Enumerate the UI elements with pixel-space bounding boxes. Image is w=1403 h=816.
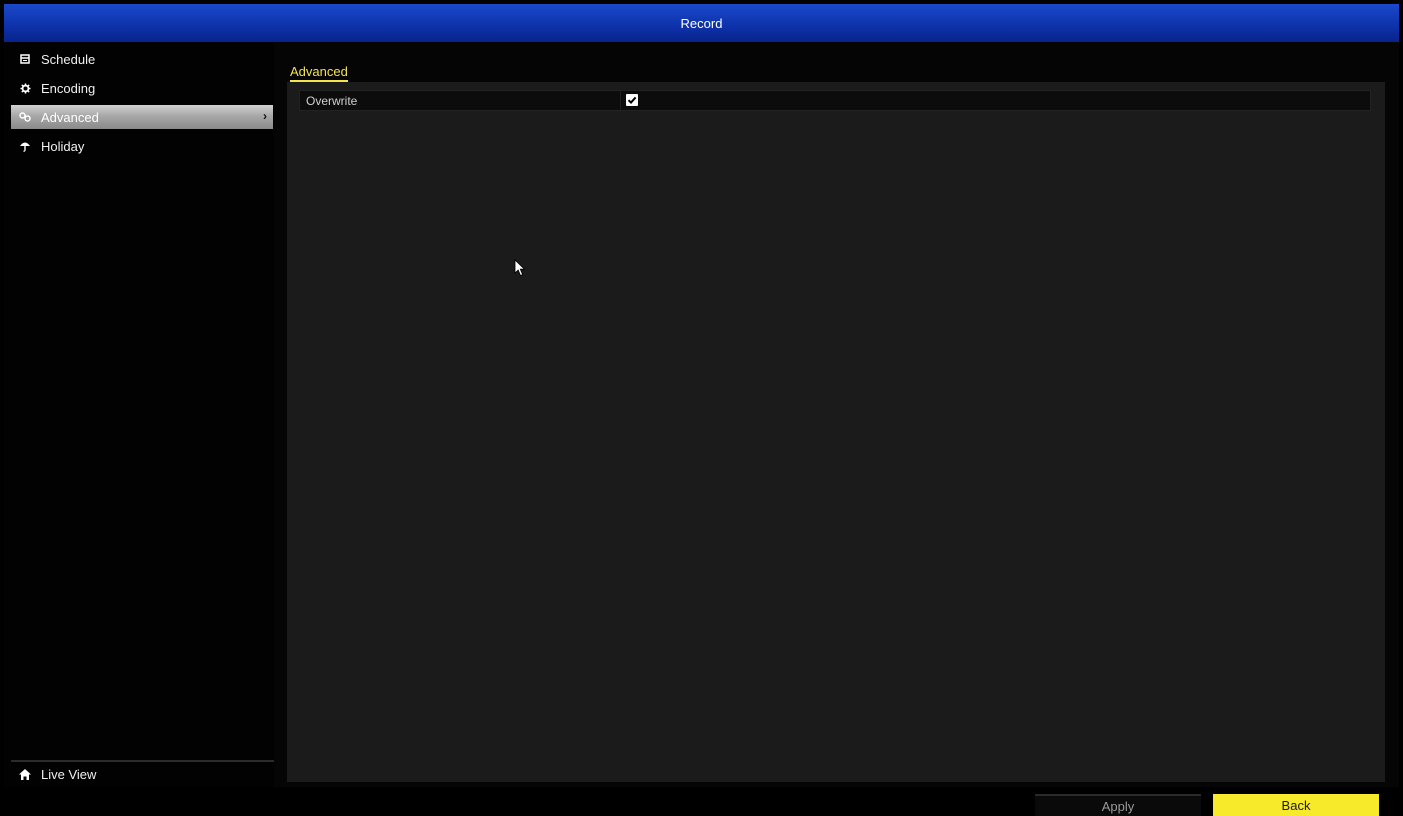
back-button[interactable]: Back [1213, 794, 1379, 816]
setting-row-overwrite: Overwrite [299, 90, 1371, 111]
sidebar-item-label: Advanced [41, 109, 99, 125]
main-content: Advanced Overwrite Apply Back [274, 42, 1399, 816]
overwrite-label: Overwrite [306, 94, 358, 108]
apply-button[interactable]: Apply [1035, 794, 1201, 816]
advanced-settings-icon [15, 107, 35, 127]
sidebar-item-schedule[interactable]: Schedule [11, 47, 273, 71]
sidebar: Schedule Encoding Advanced › Holiday Liv… [4, 42, 274, 787]
live-view-button[interactable]: Live View [11, 762, 273, 786]
sidebar-item-advanced[interactable]: Advanced › [11, 105, 273, 129]
chevron-right-icon: › [263, 109, 267, 123]
tab-advanced[interactable]: Advanced [290, 64, 348, 82]
umbrella-icon [15, 136, 35, 156]
checkmark-icon [627, 96, 637, 105]
sidebar-item-label: Encoding [41, 80, 96, 96]
calendar-icon [15, 49, 35, 69]
settings-panel: Overwrite Apply Back [287, 82, 1385, 816]
title-bar: Record [4, 4, 1399, 43]
sidebar-item-encoding[interactable]: Encoding [11, 76, 273, 100]
window-title: Record [680, 15, 723, 31]
overwrite-checkbox[interactable] [626, 94, 638, 106]
home-icon [15, 764, 35, 784]
row-divider [620, 91, 621, 110]
live-view-label: Live View [41, 766, 97, 782]
gear-icon [15, 78, 35, 98]
sidebar-item-holiday[interactable]: Holiday [11, 134, 273, 158]
sidebar-item-label: Schedule [41, 51, 96, 67]
sidebar-item-label: Holiday [41, 138, 85, 154]
mouse-cursor-icon [514, 259, 526, 277]
